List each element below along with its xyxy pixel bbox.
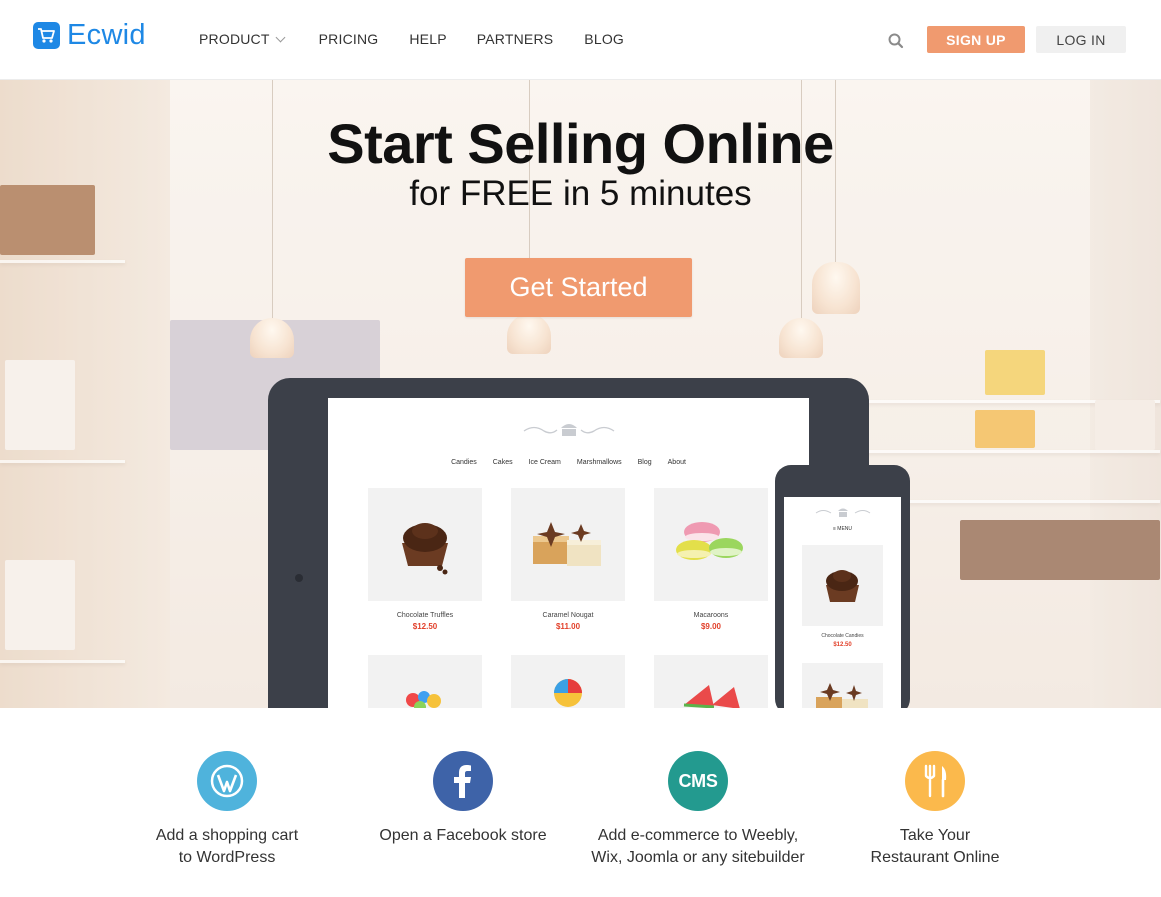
- macaroons-image: [654, 488, 768, 601]
- nav-partners[interactable]: PARTNERS: [477, 31, 554, 47]
- feature-facebook[interactable]: Open a Facebook store: [343, 751, 583, 847]
- store-product-card[interactable]: Chocolate Truffles $12.50: [368, 488, 482, 631]
- store-nav: Candies Cakes Ice Cream Marshmallows Blo…: [328, 459, 809, 466]
- hero-section: Start Selling Online for FREE in 5 minut…: [0, 80, 1161, 708]
- cms-icon-label: CMS: [678, 770, 718, 791]
- cupcake-icon: [784, 506, 901, 521]
- store-nav-cakes[interactable]: Cakes: [493, 459, 513, 466]
- feature-line: Wix, Joomla or any sitebuilder: [591, 849, 805, 866]
- feature-line: Add e-commerce to Weebly,: [597, 827, 799, 844]
- mobile-product-name: Chocolate Candies: [821, 633, 864, 639]
- store-nav-ice-cream[interactable]: Ice Cream: [529, 459, 561, 466]
- get-started-button[interactable]: Get Started: [465, 258, 692, 317]
- fork-knife-icon: [905, 751, 965, 811]
- hero-title: Start Selling Online: [327, 112, 834, 175]
- store-product-name: Chocolate Truffles: [396, 612, 454, 619]
- chocolate-truffle-image: [368, 488, 482, 601]
- feature-restaurant[interactable]: Take Your Restaurant Online: [815, 751, 1055, 869]
- store-nav-marshmallows[interactable]: Marshmallows: [577, 459, 622, 466]
- tablet-camera: [295, 574, 303, 582]
- nav-blog[interactable]: BLOG: [584, 31, 624, 47]
- mobile-menu[interactable]: ≡ MENU: [784, 526, 901, 532]
- feature-line: Open a Facebook store: [379, 827, 547, 844]
- feature-line: to WordPress: [178, 849, 276, 866]
- store-product-card[interactable]: Caramel Nougat $11.00: [511, 488, 625, 631]
- nav-partners-label: PARTNERS: [476, 31, 554, 47]
- features-section: Add a shopping cart to WordPress Open a …: [0, 708, 1161, 897]
- store-product-price: $12.50: [412, 622, 438, 631]
- tablet-screen: Candies Cakes Ice Cream Marshmallows Blo…: [328, 398, 809, 708]
- nav-pricing-label: PRICING: [318, 31, 379, 47]
- logo-text: Ecwid: [67, 19, 146, 51]
- store-nav-blog[interactable]: Blog: [638, 459, 652, 466]
- store-product-price: $11.00: [555, 622, 581, 631]
- store-nav-candies[interactable]: Candies: [451, 459, 477, 466]
- phone-screen: ≡ MENU Chocolate Candies $12.50: [784, 497, 901, 708]
- caramel-nougat-image: [511, 488, 625, 601]
- main-nav: PRODUCT PRICING HELP PARTNERS BLOG: [199, 31, 670, 47]
- log-in-button[interactable]: LOG IN: [1036, 26, 1126, 53]
- feature-line: Take Your: [899, 827, 971, 844]
- hero-subtitle: for FREE in 5 minutes: [409, 174, 752, 213]
- store-product-card[interactable]: Macaroons $9.00: [654, 488, 768, 631]
- store-nav-about[interactable]: About: [668, 459, 686, 466]
- lollipop-image: [511, 655, 625, 708]
- nav-product[interactable]: PRODUCT: [199, 31, 286, 47]
- mobile-product-price: $12.50: [833, 642, 852, 648]
- watermelon-candy-image: [654, 655, 768, 708]
- store-product-price: $9.00: [700, 622, 722, 631]
- store-product-name: Macaroons: [693, 612, 729, 619]
- nav-help[interactable]: HELP: [409, 31, 446, 47]
- phone-mockup: ≡ MENU Chocolate Candies $12.50: [775, 465, 910, 708]
- nav-product-label: PRODUCT: [199, 31, 270, 47]
- caramel-nougat-image: [802, 663, 883, 708]
- nav-pricing[interactable]: PRICING: [319, 31, 379, 47]
- site-header: Ecwid PRODUCT PRICING HELP PARTNERS BLOG…: [0, 0, 1161, 80]
- feature-line: Restaurant Online: [870, 849, 1000, 866]
- facebook-icon: [433, 751, 493, 811]
- chevron-down-icon: [275, 32, 286, 42]
- nav-help-label: HELP: [409, 31, 447, 47]
- feature-wordpress[interactable]: Add a shopping cart to WordPress: [107, 751, 347, 869]
- feature-cms[interactable]: CMS Add e-commerce to Weebly, Wix, Jooml…: [578, 751, 818, 869]
- search-icon[interactable]: [887, 32, 905, 50]
- ecwid-logo[interactable]: Ecwid: [33, 21, 146, 50]
- cart-icon: [33, 22, 60, 49]
- feature-line: Add a shopping cart: [155, 827, 299, 844]
- chocolate-candies-image: [802, 545, 883, 626]
- cms-icon: CMS: [668, 751, 728, 811]
- store-product-name: Caramel Nougat: [542, 612, 594, 619]
- cupcake-icon: [328, 420, 809, 441]
- gummy-candies-image: [368, 655, 482, 708]
- nav-blog-label: BLOG: [584, 31, 625, 47]
- wordpress-icon: [197, 751, 257, 811]
- sign-up-button[interactable]: SIGN UP: [927, 26, 1025, 53]
